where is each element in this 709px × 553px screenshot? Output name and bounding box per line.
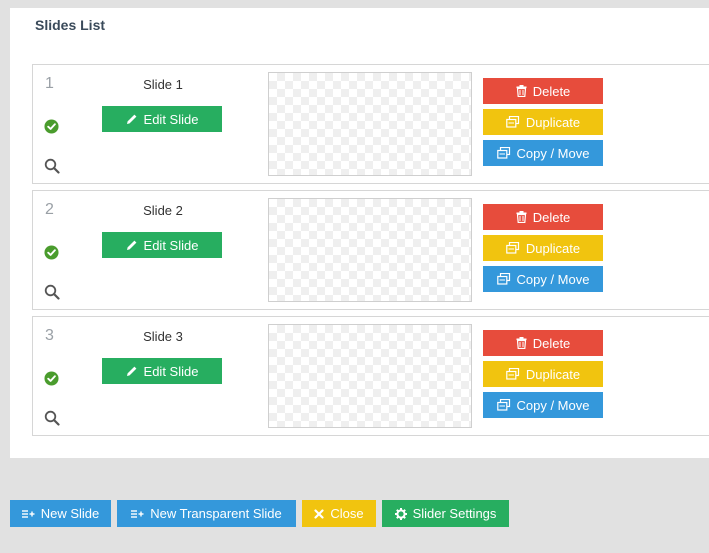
copy-move-button[interactable]: Copy / Move xyxy=(483,392,603,418)
duplicate-label: Duplicate xyxy=(525,366,581,382)
list-plus-icon xyxy=(131,509,144,518)
edit-slide-button[interactable]: Edit Slide xyxy=(102,358,222,384)
edit-slide-button[interactable]: Edit Slide xyxy=(102,232,222,258)
slide-name: Slide 2 xyxy=(143,203,183,218)
pencil-icon xyxy=(126,366,136,376)
duplicate-icon xyxy=(506,242,519,254)
duplicate-label: Duplicate xyxy=(525,114,581,130)
delete-label: Delete xyxy=(532,83,571,99)
slide-number: 3 xyxy=(45,327,54,344)
slider-settings-button[interactable]: Slider Settings xyxy=(382,500,509,527)
slide-row-1: 1 Slide 1 Edit Slide Delete Duplicate Co… xyxy=(32,64,709,184)
edit-slide-label: Edit Slide xyxy=(143,363,199,379)
duplicate-button[interactable]: Duplicate xyxy=(483,109,603,135)
trash-icon xyxy=(516,85,527,97)
check-circle-icon[interactable] xyxy=(44,371,59,386)
magnifier-icon[interactable] xyxy=(44,284,60,300)
copy-move-label: Copy / Move xyxy=(516,271,590,287)
duplicate-icon xyxy=(506,116,519,128)
delete-label: Delete xyxy=(532,209,571,225)
check-circle-icon[interactable] xyxy=(44,245,59,260)
slides-list-panel: Slides List 1 Slide 1 Edit Slide Delete … xyxy=(10,8,709,458)
edit-slide-label: Edit Slide xyxy=(143,111,199,127)
slide-row-3: 3 Slide 3 Edit Slide Delete Duplicate Co… xyxy=(32,316,709,436)
slide-name: Slide 1 xyxy=(143,77,183,92)
slide-thumbnail[interactable] xyxy=(268,72,472,176)
edit-slide-label: Edit Slide xyxy=(143,237,199,253)
copy-move-label: Copy / Move xyxy=(516,145,590,161)
duplicate-label: Duplicate xyxy=(525,240,581,256)
duplicate-button[interactable]: Duplicate xyxy=(483,361,603,387)
slide-thumbnail[interactable] xyxy=(268,324,472,428)
copy-move-button[interactable]: Copy / Move xyxy=(483,140,603,166)
slide-row-2: 2 Slide 2 Edit Slide Delete Duplicate Co… xyxy=(32,190,709,310)
delete-button[interactable]: Delete xyxy=(483,330,603,356)
copy-move-icon xyxy=(496,273,510,285)
pencil-icon xyxy=(126,114,136,124)
list-plus-icon xyxy=(21,509,35,518)
trash-icon xyxy=(516,211,527,223)
check-circle-icon[interactable] xyxy=(44,119,59,134)
trash-icon xyxy=(516,337,527,349)
gear-icon xyxy=(394,507,407,520)
delete-label: Delete xyxy=(532,335,571,351)
slide-thumbnail[interactable] xyxy=(268,198,472,302)
close-button[interactable]: Close xyxy=(302,500,376,527)
delete-button[interactable]: Delete xyxy=(483,204,603,230)
copy-move-button[interactable]: Copy / Move xyxy=(483,266,603,292)
close-label: Close xyxy=(330,506,364,521)
slide-number: 1 xyxy=(45,75,54,92)
delete-button[interactable]: Delete xyxy=(483,78,603,104)
slider-settings-label: Slider Settings xyxy=(412,506,497,521)
copy-move-icon xyxy=(496,399,510,411)
duplicate-button[interactable]: Duplicate xyxy=(483,235,603,261)
copy-move-label: Copy / Move xyxy=(516,397,590,413)
new-transparent-slide-label: New Transparent Slide xyxy=(150,506,282,521)
new-slide-label: New Slide xyxy=(40,506,100,521)
slide-number: 2 xyxy=(45,201,54,218)
new-transparent-slide-button[interactable]: New Transparent Slide xyxy=(117,500,296,527)
magnifier-icon[interactable] xyxy=(44,158,60,174)
panel-title: Slides List xyxy=(35,17,106,33)
duplicate-icon xyxy=(506,368,519,380)
slide-name: Slide 3 xyxy=(143,329,183,344)
copy-move-icon xyxy=(496,147,510,159)
edit-slide-button[interactable]: Edit Slide xyxy=(102,106,222,132)
pencil-icon xyxy=(126,240,136,250)
new-slide-button[interactable]: New Slide xyxy=(10,500,111,527)
magnifier-icon[interactable] xyxy=(44,410,60,426)
close-x-icon xyxy=(314,508,324,519)
